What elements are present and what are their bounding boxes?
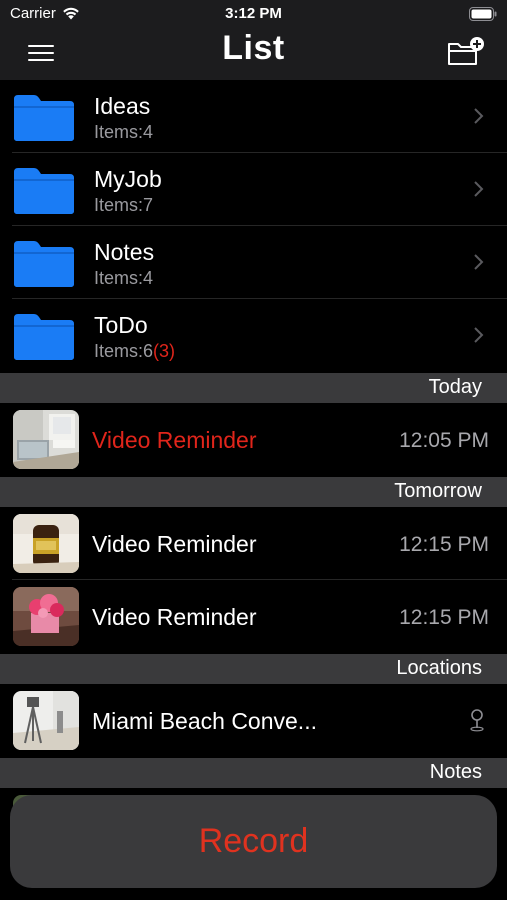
- folder-icon: [14, 314, 74, 360]
- section-title: Tomorrow: [394, 480, 482, 502]
- overdue-count: (3): [153, 341, 176, 361]
- reminder-row[interactable]: Video Reminder 12:15 PM: [0, 580, 507, 653]
- location-pin-icon: [470, 709, 484, 732]
- folder-row-ideas[interactable]: Ideas Items:4: [0, 80, 507, 153]
- reminder-row[interactable]: Video Reminder 12:05 PM: [0, 403, 507, 476]
- folder-name: Ideas: [94, 93, 151, 119]
- folder-row-notes[interactable]: Notes Items:4: [0, 226, 507, 299]
- folder-row-myjob[interactable]: MyJob Items:7: [0, 153, 507, 226]
- location-title: Miami Beach Conve...: [92, 708, 317, 734]
- section-title: Today: [428, 376, 482, 398]
- status-bar: Carrier 3:12 PM: [0, 0, 507, 28]
- folder-icon: [14, 95, 74, 141]
- video-thumbnail: [13, 691, 79, 750]
- record-label: Record: [198, 822, 309, 860]
- folder-name: Notes: [94, 239, 155, 265]
- video-thumbnail: [13, 410, 79, 469]
- folder-name: MyJob: [94, 166, 162, 192]
- reminder-title: Video Reminder: [92, 531, 257, 557]
- add-folder-icon: [448, 37, 484, 65]
- folder-row-todo[interactable]: ToDo Items:6(3): [0, 299, 507, 372]
- folder-name: ToDo: [94, 312, 148, 338]
- section-title: Notes: [429, 761, 482, 783]
- reminder-time: 12:05 PM: [399, 429, 489, 452]
- section-header-tomorrow: Tomorrow: [0, 477, 507, 507]
- reminder-time: 12:15 PM: [399, 533, 489, 556]
- battery-icon: [469, 7, 497, 21]
- navigation-bar: List: [0, 28, 507, 80]
- reminder-row[interactable]: Video Reminder 12:15 PM: [0, 507, 507, 580]
- section-header-today: Today: [0, 373, 507, 403]
- page-title: List: [222, 29, 285, 67]
- chevron-right-icon: [474, 327, 484, 343]
- section-header-notes: Notes: [0, 758, 507, 788]
- folder-item-count: Items:7: [94, 195, 154, 215]
- reminder-time: 12:15 PM: [399, 606, 489, 629]
- folder-icon: [14, 168, 74, 214]
- video-thumbnail: [13, 514, 79, 573]
- section-title: Locations: [396, 657, 482, 679]
- status-time: 3:12 PM: [225, 5, 282, 22]
- folder-item-count: Items:4: [94, 122, 154, 142]
- reminder-title: Video Reminder: [92, 427, 257, 453]
- chevron-right-icon: [474, 254, 484, 270]
- folder-icon: [14, 241, 74, 287]
- location-row[interactable]: Miami Beach Conve...: [0, 684, 507, 757]
- add-folder-button[interactable]: [443, 34, 487, 70]
- folder-item-count: Items:6(3): [94, 341, 176, 361]
- reminder-title: Video Reminder: [92, 604, 257, 630]
- section-header-locations: Locations: [0, 654, 507, 684]
- video-thumbnail: [13, 587, 79, 646]
- chevron-right-icon: [474, 181, 484, 197]
- record-button[interactable]: Record: [10, 795, 497, 888]
- folder-item-count: Items:4: [94, 268, 154, 288]
- chevron-right-icon: [474, 108, 484, 124]
